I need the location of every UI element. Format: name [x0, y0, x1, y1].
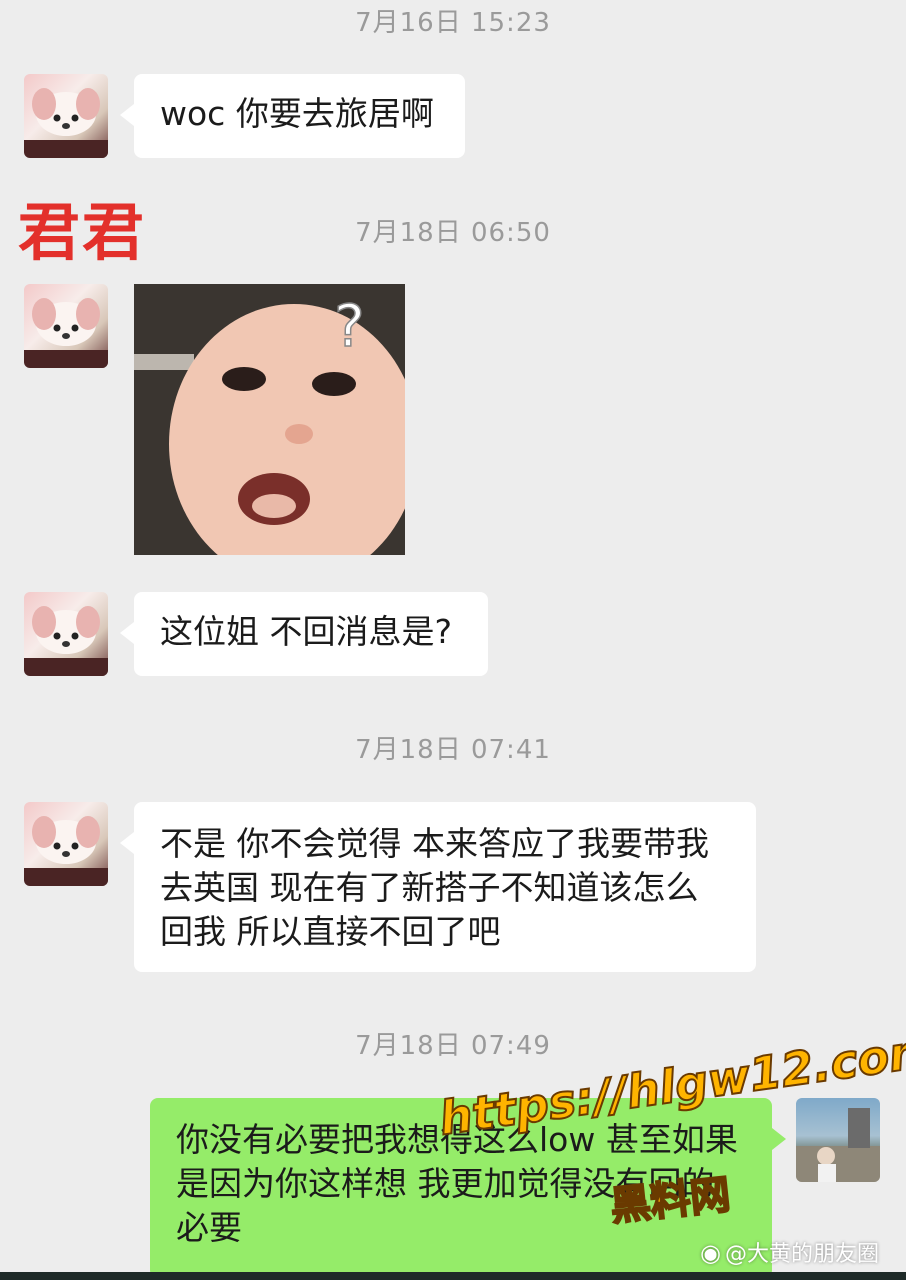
- weibo-handle: @大黄的朋友圈: [724, 1242, 879, 1267]
- message-bubble-incoming[interactable]: 不是 你不会觉得 本来答应了我要带我去英国 现在有了新搭子不知道该怎么回我 所以…: [120, 802, 756, 972]
- message-text: 这位姐 不回消息是?: [160, 612, 453, 651]
- puppy-avatar-icon: [24, 298, 108, 368]
- message-bubble-incoming[interactable]: 这位姐 不回消息是?: [120, 592, 488, 676]
- puppy-avatar-icon: [24, 606, 108, 676]
- message-bubble-incoming[interactable]: woc 你要去旅居啊: [120, 74, 465, 158]
- sticker-question-mark: ?: [334, 292, 365, 360]
- name-annotation: 君君: [18, 196, 147, 269]
- bottom-edge-bar: [0, 1272, 906, 1280]
- self-avatar[interactable]: [796, 1098, 880, 1182]
- message-text: woc 你要去旅居啊: [160, 94, 434, 133]
- confused-baby-sticker-icon: ?: [134, 284, 405, 555]
- contact-avatar[interactable]: [24, 284, 108, 368]
- puppy-avatar-icon: [24, 816, 108, 886]
- contact-avatar[interactable]: [24, 74, 108, 158]
- puppy-avatar-icon: [24, 88, 108, 158]
- scenery-avatar-icon: [796, 1108, 880, 1182]
- weibo-icon: ◉: [700, 1239, 721, 1267]
- timestamp-1: 7月16日 15:23: [355, 8, 551, 38]
- contact-avatar[interactable]: [24, 592, 108, 676]
- timestamp-3: 7月18日 07:41: [355, 735, 551, 765]
- weibo-watermark: ◉ @大黄的朋友圈: [700, 1236, 879, 1268]
- message-text: 不是 你不会觉得 本来答应了我要带我去英国 现在有了新搭子不知道该怎么回我 所以…: [160, 824, 709, 951]
- sticker-image[interactable]: ?: [134, 284, 405, 555]
- contact-avatar[interactable]: [24, 802, 108, 886]
